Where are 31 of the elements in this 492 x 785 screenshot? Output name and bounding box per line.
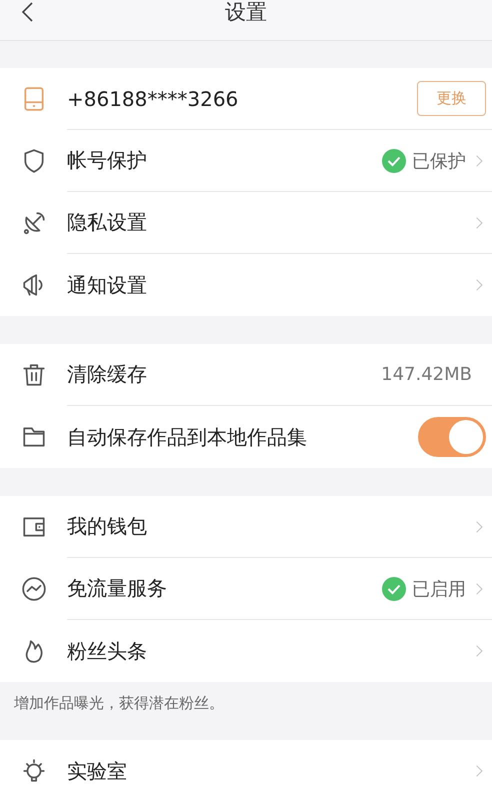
row-label: 自动保存作品到本地作品集 xyxy=(67,424,307,450)
row-label: 实验室 xyxy=(67,758,127,784)
settings-row[interactable]: 我的钱包 xyxy=(0,496,492,558)
settings-row[interactable]: 实验室 xyxy=(0,740,492,785)
settings-row[interactable]: 隐私设置 xyxy=(0,192,492,254)
settings-row[interactable]: 帐号保护 已保护 xyxy=(0,130,492,192)
row-label: 清除缓存 xyxy=(67,361,147,388)
check-icon xyxy=(382,148,406,172)
status-text: 已启用 xyxy=(412,578,466,600)
row-label: 粉丝头条 xyxy=(67,638,147,664)
page-title: 设置 xyxy=(225,0,267,26)
row-label: 通知设置 xyxy=(67,272,147,298)
status-text: 已保护 xyxy=(412,150,466,172)
settings-row[interactable]: +86188****3266 更换 xyxy=(0,68,492,130)
toggle-switch[interactable] xyxy=(418,417,486,457)
check-icon xyxy=(382,576,406,600)
lightbulb-icon xyxy=(21,758,47,784)
trash-icon xyxy=(21,362,47,388)
trend-circle-icon xyxy=(21,576,47,602)
row-label: 帐号保护 xyxy=(67,147,147,174)
cache-size: 147.42MB xyxy=(381,364,472,385)
settings-row[interactable]: 清除缓存 147.42MB xyxy=(0,344,492,406)
row-label: 隐私设置 xyxy=(67,209,147,236)
settings-row[interactable]: 自动保存作品到本地作品集 xyxy=(0,406,492,468)
row-label: 免流量服务 xyxy=(67,575,167,602)
satellite-dish-icon xyxy=(21,210,47,236)
row-label: +86188****3266 xyxy=(67,86,238,110)
settings-row[interactable]: 粉丝头条 xyxy=(0,620,492,682)
row-label: 我的钱包 xyxy=(67,513,147,540)
settings-row[interactable]: 通知设置 xyxy=(0,254,492,316)
settings-row[interactable]: 免流量服务 已启用 xyxy=(0,558,492,620)
